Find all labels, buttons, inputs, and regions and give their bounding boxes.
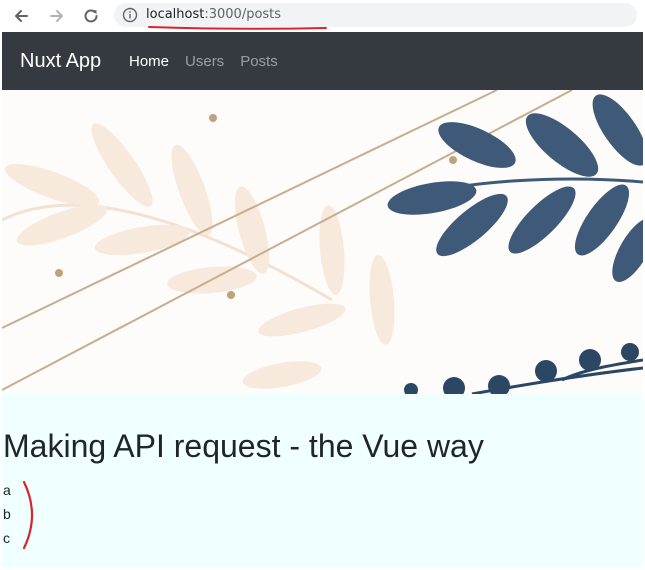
navbar-brand[interactable]: Nuxt App (20, 49, 101, 73)
back-button[interactable] (10, 5, 32, 27)
bracket-annotation (22, 480, 34, 550)
list-item: c (3, 530, 10, 546)
back-arrow-icon (15, 10, 28, 22)
nav-link-users[interactable]: Users (185, 52, 224, 72)
url-text: localhost:3000/posts (146, 6, 281, 24)
nav-link-home[interactable]: Home (129, 52, 169, 72)
nav-link-posts[interactable]: Posts (240, 52, 278, 72)
list-item: a (3, 482, 11, 498)
list-item: b (3, 506, 11, 522)
url-path: :3000/posts (204, 7, 282, 22)
reload-button[interactable] (80, 5, 102, 27)
info-icon[interactable] (122, 7, 138, 23)
page-viewport: Nuxt App Home Users Posts Making API req… (2, 32, 643, 567)
hero-image (2, 90, 643, 394)
botanical-illustration (2, 90, 643, 394)
page-title: Making API request - the Vue way (3, 428, 484, 464)
item-list: a b c (3, 478, 11, 550)
forward-arrow-icon (50, 10, 63, 22)
navbar: Nuxt App Home Users Posts (2, 32, 643, 90)
main-content: Making API request - the Vue way a b c (2, 394, 643, 567)
nav-links: Home Users Posts (129, 52, 278, 72)
forward-button[interactable] (46, 5, 68, 27)
reload-icon (84, 9, 98, 23)
browser-toolbar: localhost:3000/posts (0, 0, 645, 32)
url-host: localhost (146, 7, 205, 22)
url-underline-annotation (148, 26, 327, 30)
address-bar[interactable]: localhost:3000/posts (114, 3, 637, 27)
